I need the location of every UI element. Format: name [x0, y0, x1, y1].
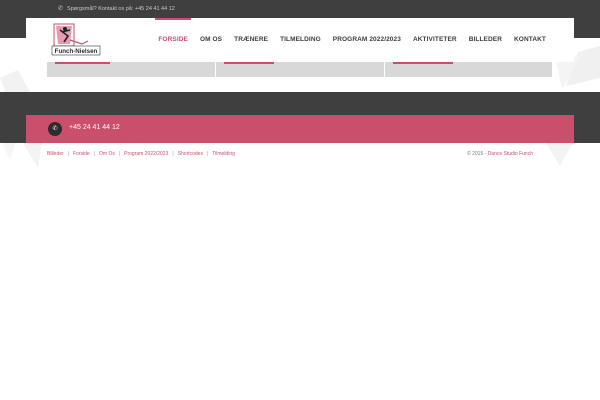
footer-link[interactable]: Tilmelding [212, 151, 235, 157]
top-contact-text: Spørgsmål? Kontakt os på: +45 24 41 44 1… [67, 5, 175, 12]
main-nav: FORSIDE OM OS TRÆNERE TILMELDING PROGRAM 202… [152, 18, 552, 62]
site-header: Funch-Nielsen FORSIDE OM OS TRÆNERE TILMELD… [26, 18, 574, 62]
copyright: © 2015 - Dance Studio Funch [467, 151, 533, 157]
top-contact: ✆ Spørgsmål? Kontakt os på: +45 24 41 44… [58, 5, 175, 13]
nav-item-aktiviteter[interactable]: AKTIVITETER [407, 18, 463, 62]
contact-phone[interactable]: +45 24 41 44 12 [69, 124, 120, 131]
footer-link[interactable]: Program 2022/2023 [124, 151, 168, 157]
footer-link[interactable]: Billeder [47, 151, 64, 157]
footer-separator: | [93, 151, 95, 157]
footer-separator: | [206, 151, 209, 157]
nav-item-trænere[interactable]: TRÆNERE [228, 18, 274, 62]
nav-item-om-os[interactable]: OM OS [194, 18, 228, 62]
nav-item-forside[interactable]: FORSIDE [152, 18, 194, 62]
page: ✆ Spørgsmål? Kontakt os på: +45 24 41 44… [0, 0, 600, 400]
nav-item-billeder[interactable]: BILLEDER [463, 18, 508, 62]
footer-separator: | [172, 151, 174, 157]
contact-bar: ✆ +45 24 41 44 12 [26, 115, 574, 143]
site-logo[interactable]: Funch-Nielsen [48, 22, 102, 59]
copyright-prefix: © 2015 - [467, 151, 488, 157]
nav-item-program-2022-2023[interactable]: PROGRAM 2022/2023 [327, 18, 407, 62]
logo-text: Funch-Nielsen [55, 48, 98, 55]
card-button[interactable] [224, 62, 274, 64]
footer-separator: | [118, 151, 121, 157]
nav-item-kontakt[interactable]: KONTAKT [508, 18, 552, 62]
content-card [385, 62, 552, 77]
footer-links: Billeder | Forside | Om Os | Program 2022/2023… [47, 151, 235, 157]
content-card [47, 62, 215, 77]
footer-link[interactable]: Forside [73, 151, 90, 157]
footer-link[interactable]: Shortcodes [178, 151, 203, 157]
card-button[interactable] [393, 62, 453, 64]
footer-separator: | [67, 151, 69, 157]
content-card [216, 62, 384, 77]
phone-icon: ✆ [48, 122, 62, 136]
content-cards [47, 62, 552, 77]
card-button[interactable] [55, 62, 110, 64]
phone-icon: ✆ [58, 6, 64, 12]
copyright-brand[interactable]: Dance Studio Funch [488, 151, 533, 157]
nav-item-tilmelding[interactable]: TILMELDING [274, 18, 327, 62]
footer-link[interactable]: Om Os [99, 151, 115, 157]
